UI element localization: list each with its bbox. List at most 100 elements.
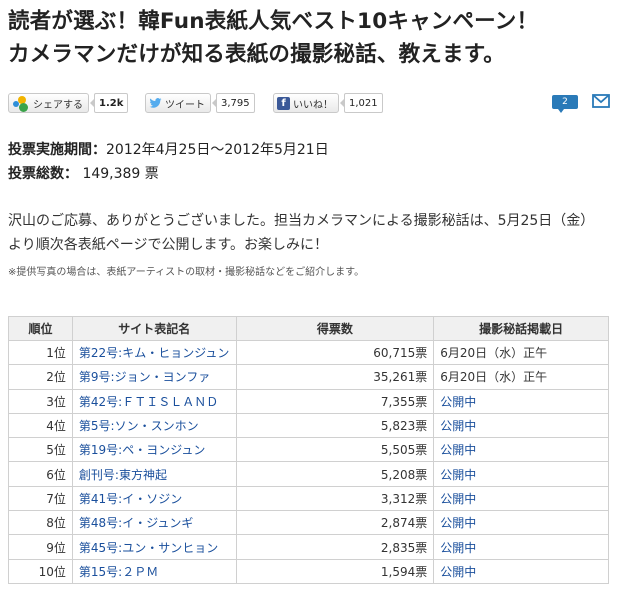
table-row: 1位 第22号:キム・ヒョンジュン 60,715票 6月20日（水）正午 xyxy=(8,339,609,366)
table-row: 10位 第15号:２ＰＭ 1,594票 公開中 xyxy=(8,558,609,584)
published-link[interactable]: 公開中 xyxy=(440,468,476,482)
hatena-share: シェアする 1.2k xyxy=(8,92,129,114)
table-row: 5位 第19号:ペ・ヨンジュン 5,505票 公開中 xyxy=(8,437,609,463)
publish-date-cell: 公開中 xyxy=(433,534,609,560)
votes-cell: 5,823票 xyxy=(235,412,435,439)
rank-cell: 6位 xyxy=(8,461,73,487)
footnote: ※提供写真の場合は、表紙アーティストの取材・撮影秘話などをご紹介します。 xyxy=(8,267,365,277)
comment-icon: 2 xyxy=(562,97,568,107)
rank-cell: 10位 xyxy=(8,558,73,584)
tweet-button[interactable]: ツイート xyxy=(145,93,211,113)
votes-cell: 35,261票 xyxy=(235,364,435,390)
vote-total-label: 投票総数： xyxy=(8,166,78,182)
publish-date-cell: 公開中 xyxy=(433,558,609,584)
hatena-share-button[interactable]: シェアする xyxy=(8,93,89,113)
votes-cell: 7,355票 xyxy=(235,388,435,414)
votes-cell: 1,594票 xyxy=(235,558,435,584)
published-link[interactable]: 公開中 xyxy=(440,395,476,409)
cover-name-link[interactable]: 第5号:ソン・スンホン xyxy=(79,419,199,433)
voting-period-value: 2012年4月25日〜2012年5月21日 xyxy=(106,142,329,158)
votes-cell: 5,505票 xyxy=(235,437,435,463)
hatena-share-label: シェアする xyxy=(33,99,83,111)
publish-date-cell: 公開中 xyxy=(433,412,609,439)
votes-cell: 2,874票 xyxy=(235,510,435,536)
publish-date-cell: 公開中 xyxy=(433,461,609,487)
cover-name-link[interactable]: 第19号:ペ・ヨンジュン xyxy=(79,443,205,457)
hatena-bookmark-icon xyxy=(12,94,30,112)
rank-cell: 1位 xyxy=(8,339,73,366)
publish-date-cell: 6月20日（水）正午 xyxy=(433,364,609,390)
title-line-1: 読者が選ぶ！韓Fun表紙人気ベスト10キャンペーン！ xyxy=(8,9,539,34)
tweet-share: ツイート 3,795 xyxy=(145,92,255,114)
rank-cell: 8位 xyxy=(8,510,73,536)
table-row: 9位 第45号:ユン・サンヒョン 2,835票 公開中 xyxy=(8,534,609,560)
publish-date-cell: 6月20日（水）正午 xyxy=(433,339,609,366)
votes-cell: 2,835票 xyxy=(235,534,435,560)
publish-date-cell: 公開中 xyxy=(433,485,609,512)
column-header-date: 撮影秘話掲載日 xyxy=(433,316,609,341)
hatena-count: 1.2k xyxy=(89,93,129,113)
publish-date-cell: 公開中 xyxy=(433,388,609,414)
table-row: 3位 第42号:ＦＴＩＳＬＡＮＤ 7,355票 公開中 xyxy=(8,388,609,414)
facebook-like-label: いいね！ xyxy=(293,99,333,111)
name-cell: 第15号:２ＰＭ xyxy=(71,558,237,584)
voting-period: 投票実施期間：2012年4月25日〜2012年5月21日 xyxy=(8,139,329,159)
published-link[interactable]: 公開中 xyxy=(440,565,476,579)
cover-name-link[interactable]: 第9号:ジョン・ヨンファ xyxy=(79,370,210,384)
published-link[interactable]: 公開中 xyxy=(440,516,476,530)
votes-cell: 60,715票 xyxy=(235,339,435,366)
share-bar: シェアする 1.2k ツイート 3,795 f いいね！ 1,021 2 xyxy=(0,92,621,114)
voting-period-label: 投票実施期間： xyxy=(8,142,106,158)
rank-cell: 5位 xyxy=(8,437,73,463)
mail-icon[interactable] xyxy=(592,94,610,108)
facebook-icon: f xyxy=(277,96,290,110)
thank-you-message: 沢山のご応募、ありがとうございました。担当カメラマンによる撮影秘話は、5月25日… xyxy=(8,213,595,253)
facebook-like-button[interactable]: f いいね！ xyxy=(273,93,339,113)
table-row: 4位 第5号:ソン・スンホン 5,823票 公開中 xyxy=(8,412,609,439)
table-row: 7位 第41号:イ・ソジン 3,312票 公開中 xyxy=(8,485,609,512)
vote-total-value: 149,389 票 xyxy=(78,166,159,182)
rank-cell: 9位 xyxy=(8,534,73,560)
table-row: 6位 創刊号:東方神起 5,208票 公開中 xyxy=(8,461,609,487)
publish-date-cell: 公開中 xyxy=(433,510,609,536)
column-header-name: サイト表記名 xyxy=(71,316,237,341)
facebook-like-count: 1,021 xyxy=(340,93,383,113)
rank-cell: 4位 xyxy=(8,412,73,439)
column-header-votes: 得票数 xyxy=(235,316,435,341)
tweet-count: 3,795 xyxy=(212,93,255,113)
table-row: 8位 第48号:イ・ジュンギ 2,874票 公開中 xyxy=(8,510,609,536)
cover-name-link[interactable]: 第42号:ＦＴＩＳＬＡＮＤ xyxy=(79,395,218,409)
published-link[interactable]: 公開中 xyxy=(440,492,476,506)
cover-name-link[interactable]: 第41号:イ・ソジン xyxy=(79,492,182,506)
comment-count-badge[interactable]: 2 xyxy=(552,95,578,113)
column-header-rank: 順位 xyxy=(8,316,73,341)
cover-name-link[interactable]: 第22号:キム・ヒョンジュン xyxy=(79,346,229,360)
ranking-table-body: 1位 第22号:キム・ヒョンジュン 60,715票 6月20日（水）正午 2位 第9号:ジ… xyxy=(8,339,609,584)
cover-name-link[interactable]: 第15号:２ＰＭ xyxy=(79,565,158,579)
twitter-bird-icon xyxy=(149,98,162,108)
cover-name-link[interactable]: 第45号:ユン・サンヒョン xyxy=(79,541,218,555)
table-row: 2位 第9号:ジョン・ヨンファ 35,261票 6月20日（水）正午 xyxy=(8,364,609,390)
published-link[interactable]: 公開中 xyxy=(440,443,476,457)
name-cell: 第45号:ユン・サンヒョン xyxy=(71,534,237,560)
vote-total: 投票総数： 149,389 票 xyxy=(8,163,159,183)
published-link[interactable]: 公開中 xyxy=(440,541,476,555)
name-cell: 第42号:ＦＴＩＳＬＡＮＤ xyxy=(71,388,237,414)
rank-cell: 2位 xyxy=(8,364,73,390)
name-cell: 第19号:ペ・ヨンジュン xyxy=(71,437,237,463)
published-link[interactable]: 公開中 xyxy=(440,419,476,433)
rank-cell: 7位 xyxy=(8,485,73,512)
tweet-label: ツイート xyxy=(165,99,205,111)
cover-name-link[interactable]: 創刊号:東方神起 xyxy=(79,468,167,482)
name-cell: 第48号:イ・ジュンギ xyxy=(71,510,237,536)
votes-cell: 3,312票 xyxy=(235,485,435,512)
cover-name-link[interactable]: 第48号:イ・ジュンギ xyxy=(79,516,193,530)
name-cell: 第22号:キム・ヒョンジュン xyxy=(71,339,237,366)
facebook-like: f いいね！ 1,021 xyxy=(273,92,383,114)
table-header-row: 順位 サイト表記名 得票数 撮影秘話掲載日 xyxy=(8,316,609,341)
votes-cell: 5,208票 xyxy=(235,461,435,487)
rank-cell: 3位 xyxy=(8,388,73,414)
name-cell: 第41号:イ・ソジン xyxy=(71,485,237,512)
name-cell: 創刊号:東方神起 xyxy=(71,461,237,487)
title-line-2: カメラマンだけが知る表紙の撮影秘話、教えます。 xyxy=(8,42,505,67)
